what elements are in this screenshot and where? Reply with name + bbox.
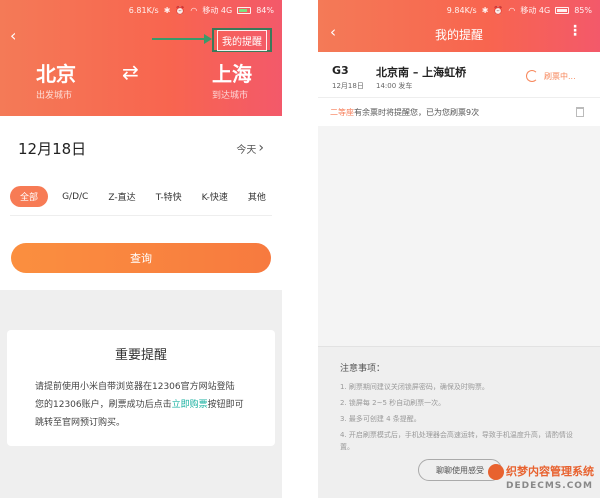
today-link[interactable]: 今天 ›: [236, 140, 264, 156]
network-label: 移动 4G: [202, 5, 233, 15]
alarm-icon: ⏰: [175, 5, 186, 15]
filter-z[interactable]: Z-直达: [102, 186, 141, 207]
train-type-filters: 全部 G/D/C Z-直达 T-特快 K-快速 其他: [10, 186, 272, 207]
watermark: 织梦内容管理系统 DEDECMS.COM: [488, 461, 598, 495]
back-icon[interactable]: ‹: [10, 26, 16, 45]
note-item: 3. 最多可创建 4 条提醒。: [340, 415, 421, 423]
departure-city[interactable]: 北京: [36, 58, 76, 87]
notice-line-2-before: 您的12306账户，刷票成功后点击: [35, 400, 172, 410]
today-label: 今天: [236, 144, 257, 156]
network-speed: 9.84K/s: [446, 5, 477, 15]
filter-other[interactable]: 其他: [242, 186, 272, 207]
buy-now-link[interactable]: 立即购票: [172, 400, 208, 410]
travel-date: 12月18日: [18, 139, 87, 158]
battery-level: 85%: [574, 5, 592, 15]
watermark-title: 织梦内容管理系统: [506, 465, 594, 478]
notice-line-2-after: 按钮即可: [207, 400, 244, 410]
network-label: 移动 4G: [520, 5, 551, 15]
reminder-status: 刷票中...: [544, 72, 576, 81]
wifi-icon: ◠: [190, 5, 198, 15]
bluetooth-icon: ✱: [163, 5, 171, 15]
notice-line-1: 请提前使用小米自带浏览器在12306官方网站登陆: [35, 382, 235, 392]
network-speed: 6.81K/s: [128, 5, 159, 15]
notice-title: 重要提醒: [114, 348, 167, 363]
departure-time: 14:00 发车: [376, 82, 413, 90]
reminder-info: 二等座 有余票时将提醒您，已为您刷票9次: [318, 98, 600, 126]
reminder-item[interactable]: G3 12月18日 北京南 – 上海虹桥 14:00 发车 刷票中...: [318, 52, 600, 98]
notice-card: 重要提醒 请提前使用小米自带浏览器在12306官方网站登陆 您的12306账户，…: [7, 330, 275, 446]
alarm-icon: ⏰: [493, 5, 504, 15]
date-selector[interactable]: 12月18日 今天 ›: [0, 120, 282, 176]
bluetooth-icon: ✱: [481, 5, 489, 15]
chevron-right-icon: ›: [258, 140, 264, 156]
filter-k[interactable]: K-快速: [196, 186, 234, 207]
arrival-city[interactable]: 上海: [212, 58, 252, 87]
annotation-arrow: [152, 38, 208, 40]
battery-icon: [237, 6, 252, 14]
more-icon[interactable]: ⋮: [568, 24, 582, 38]
status-bar: 6.81K/s ✱ ⏰ ◠ 移动 4G 84%: [0, 0, 282, 20]
wifi-icon: ◠: [508, 5, 516, 15]
right-screen: 9.84K/s ✱ ⏰ ◠ 移动 4G 85% ‹ 我的提醒 ⋮ G3 12月1…: [318, 0, 600, 498]
note-item: 2. 锁屏每 2~5 秒自动刷票一次。: [340, 399, 446, 407]
note-item: 1. 刷票期间建议关闭锁屏密码，确保及时购票。: [340, 383, 489, 391]
note-item: 4. 开启刷票模式后，手机处理器会高速运转，导致手机温度升高，请酌情设置。: [340, 431, 573, 451]
divider: [10, 215, 272, 216]
loading-spinner-icon: [526, 70, 538, 82]
battery-icon: [555, 6, 570, 14]
notice-line-2: 您的12306账户，刷票成功后点击立即购票按钮即可: [35, 396, 255, 414]
notice-line-3: 跳转至官网预订购买。: [35, 418, 126, 428]
notes-title: 注意事项：: [340, 364, 386, 374]
page-title: 我的提醒: [434, 28, 483, 42]
seat-class: 二等座: [330, 107, 354, 117]
reminder-info-text: 有余票时将提醒您，已为您刷票9次: [354, 107, 480, 117]
filter-all[interactable]: 全部: [10, 186, 49, 207]
train-date: 12月18日: [332, 82, 364, 90]
battery-level: 84%: [256, 5, 274, 15]
train-route: 北京南 – 上海虹桥: [376, 66, 467, 79]
trash-icon[interactable]: [576, 107, 584, 117]
query-button[interactable]: 查询: [11, 243, 271, 273]
route-header: 6.81K/s ✱ ⏰ ◠ 移动 4G 84% ‹ 我的提醒 北京 出发城市 ⇄…: [0, 0, 282, 116]
annotation-arrow-head: [204, 34, 212, 44]
filter-t[interactable]: T-特快: [150, 186, 188, 207]
reminders-header: 9.84K/s ✱ ⏰ ◠ 移动 4G 85% ‹ 我的提醒 ⋮: [318, 0, 600, 52]
swap-cities-icon[interactable]: ⇄: [122, 62, 139, 82]
status-bar: 9.84K/s ✱ ⏰ ◠ 移动 4G 85%: [318, 0, 600, 20]
my-reminders-button[interactable]: 我的提醒: [212, 28, 272, 52]
notice-body: 请提前使用小米自带浏览器在12306官方网站登陆 您的12306账户，刷票成功后…: [35, 378, 255, 432]
departure-city-label: 出发城市: [36, 91, 73, 101]
left-screen: 6.81K/s ✱ ⏰ ◠ 移动 4G 84% ‹ 我的提醒 北京 出发城市 ⇄…: [0, 0, 282, 498]
watermark-logo-icon: [488, 464, 504, 480]
arrival-city-label: 到达城市: [212, 91, 249, 101]
my-reminders-label: 我的提醒: [217, 29, 267, 51]
filter-gdc[interactable]: G/D/C: [56, 188, 94, 206]
watermark-domain: DEDECMS.COM: [506, 481, 593, 491]
train-number: G3: [332, 64, 349, 77]
